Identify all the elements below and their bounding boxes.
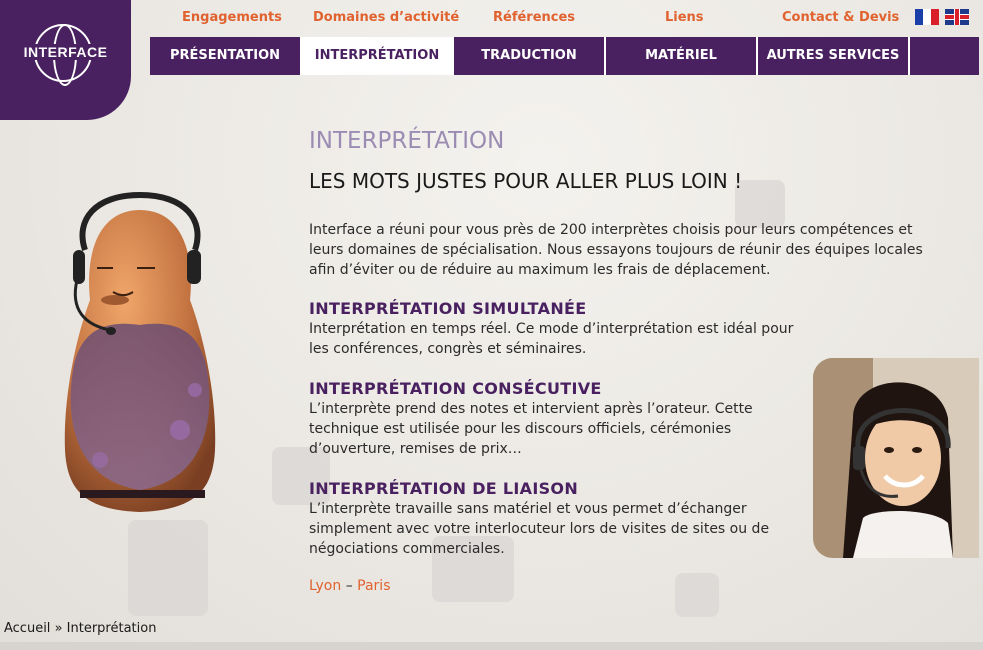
page-title: INTERPRÉTATION [309,128,505,154]
breadcrumb-home[interactable]: Accueil [4,621,50,636]
service-line: négociations commerciales. [309,541,505,557]
breadcrumb-separator: » [54,621,63,636]
breadcrumb-current: Interprétation [66,621,157,636]
city-links: Lyon – Paris [309,578,391,594]
intro-line: Interface a réuni pour vous près de 200 … [309,222,913,238]
tab-autres-services[interactable]: AUTRES SERVICES [758,37,910,75]
page-tagline: LES MOTS JUSTES POUR ALLER PLUS LOIN ! [309,169,743,193]
service-title-simultanee: INTERPRÉTATION SIMULTANÉE [309,299,587,318]
service-line: Interprétation en temps réel. Ce mode d’… [309,321,794,337]
top-nav-contact[interactable]: Contact & Devis [782,10,899,25]
service-title-liaison: INTERPRÉTATION DE LIAISON [309,479,579,498]
top-nav-domaines[interactable]: Domaines d’activité [313,10,459,25]
intro-line: leurs domaines de spécialisation. Nous e… [309,242,923,258]
service-line: L’interprète prend des notes et intervie… [309,401,753,417]
top-nav-engagements[interactable]: Engagements [182,10,282,25]
city-link-lyon[interactable]: Lyon [309,578,341,594]
logo-text: INTERFACE [18,44,113,60]
decor-square [128,520,208,616]
decor-square [675,573,719,617]
city-link-paris[interactable]: Paris [357,578,390,594]
breadcrumb: Accueil » Interprétation [4,621,156,636]
service-line: technique est utilisée pour les discours… [309,421,732,437]
city-separator: – [345,578,353,594]
service-line: L’interprète travaille sans matériel et … [309,501,747,517]
top-nav-liens[interactable]: Liens [665,10,704,25]
service-line: d’ouverture, remises de prix… [309,441,522,457]
tab-materiel[interactable]: MATÉRIEL [606,37,758,75]
matryoshka-headset-illustration [64,191,216,512]
top-nav-references[interactable]: Références [493,10,575,25]
tab-interpretation[interactable]: INTERPRÉTATION [302,37,454,75]
tab-presentation[interactable]: PRÉSENTATION [150,37,302,75]
flag-en-icon[interactable] [945,9,969,25]
flag-fr-icon[interactable] [915,9,939,25]
service-title-consecutive: INTERPRÉTATION CONSÉCUTIVE [309,379,602,398]
service-text-consecutive: L’interprète prend des notes et intervie… [309,399,753,459]
interpreter-photo [813,358,979,558]
main-nav: PRÉSENTATION INTERPRÉTATION TRADUCTION M… [150,37,979,75]
intro-text: Interface a réuni pour vous près de 200 … [309,220,923,280]
intro-line: afin d’éviter ou de réduire au maximum l… [309,262,771,278]
service-text-liaison: L’interprète travaille sans matériel et … [309,499,769,559]
bottom-bar [0,642,983,650]
tab-traduction[interactable]: TRADUCTION [454,37,606,75]
service-line: les conférences, congrès et séminaires. [309,341,587,357]
service-line: simplement avec votre interlocuteur lors… [309,521,770,537]
site-logo[interactable]: INTERFACE [0,0,131,120]
service-text-simultanee: Interprétation en temps réel. Ce mode d’… [309,319,793,359]
